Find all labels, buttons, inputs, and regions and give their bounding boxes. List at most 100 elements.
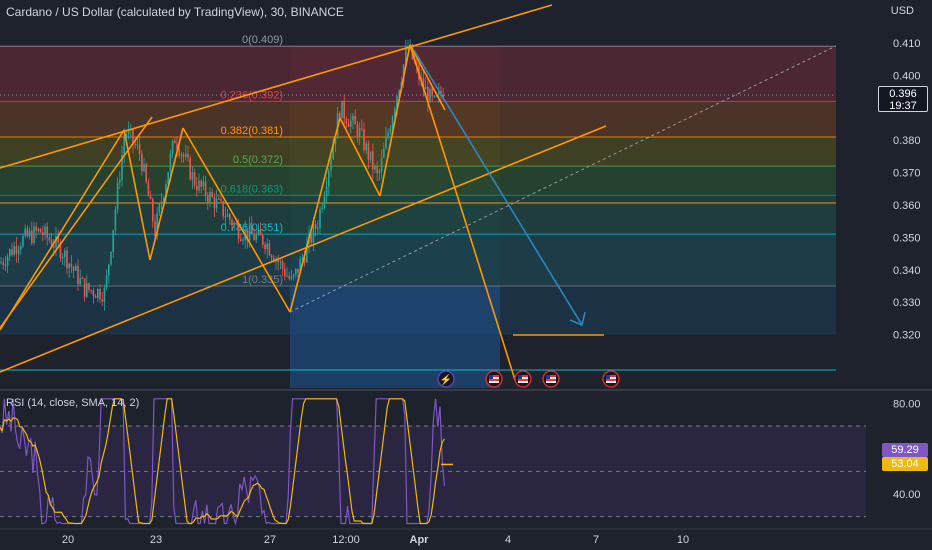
candle-body <box>242 240 244 242</box>
candle-body <box>149 196 152 200</box>
price-axis-label: 0.380 <box>893 135 921 147</box>
currency-label[interactable]: USD <box>891 5 914 17</box>
candle-body <box>101 299 103 302</box>
candle <box>341 100 343 119</box>
candle-body <box>211 192 213 197</box>
candle-body <box>123 137 125 155</box>
candle-body <box>20 246 22 250</box>
fib-band-highlight <box>290 136 500 167</box>
candle-body <box>350 120 352 127</box>
rsi-value-badge: 59.29 <box>882 443 928 458</box>
time-axis-label: 20 <box>62 534 74 546</box>
candle-body <box>114 209 117 230</box>
candle <box>145 162 147 184</box>
candle-body <box>180 154 183 156</box>
candle <box>116 177 119 214</box>
candle-body <box>387 132 389 137</box>
rsi-sma-badge: 53.04 <box>882 457 928 472</box>
candle-body <box>26 228 29 237</box>
candle-body <box>385 136 387 149</box>
candle-body <box>259 229 262 236</box>
candle-body <box>15 246 18 254</box>
fib-level-label: 0.5(0.372) <box>233 154 283 166</box>
candle-body <box>46 226 48 238</box>
candle-body <box>22 235 24 247</box>
flag-stripe <box>546 379 556 381</box>
candle-body <box>185 153 187 157</box>
candle-body <box>207 195 209 203</box>
candle-body <box>77 265 79 285</box>
candle-body <box>284 268 286 277</box>
bar-countdown: 19:37 <box>889 100 917 112</box>
candle-body <box>152 199 154 222</box>
flag-canton <box>546 375 550 379</box>
price-axis-label: 0.410 <box>893 38 921 50</box>
fib-level-label: 0(0.409) <box>242 34 283 46</box>
rsi-axis-label: 40.00 <box>893 489 921 501</box>
candle-body <box>295 268 297 275</box>
candle-body <box>330 159 332 171</box>
candle-body <box>6 256 9 266</box>
candle-body <box>290 276 293 279</box>
candle-body <box>204 181 207 196</box>
candle-body <box>75 265 77 271</box>
candle-body <box>70 263 73 268</box>
candle-body <box>145 164 147 182</box>
candle-body <box>136 144 139 146</box>
candle-body <box>325 186 328 197</box>
candle-body <box>24 228 26 236</box>
candle-body <box>251 225 253 235</box>
candle-body <box>248 225 251 241</box>
candle-body <box>268 243 271 256</box>
time-axis-label: 4 <box>505 534 511 546</box>
us-flag-event-icon <box>542 370 560 388</box>
last-price-value: 0.396 <box>889 88 917 100</box>
candle-body <box>233 222 235 226</box>
candle-body <box>317 228 319 230</box>
chart-app: 0(0.409) 0.236(0.392) 0.382(0.381) 0.5(0.37… <box>0 0 932 550</box>
chart-canvas[interactable]: 0(0.409)0.236(0.392)0.382(0.381)0.5(0.37… <box>0 0 932 550</box>
candle-body <box>352 115 354 121</box>
candle-body <box>119 179 121 183</box>
candle-body <box>83 278 86 297</box>
candle-body <box>380 157 383 172</box>
candle-body <box>292 274 295 277</box>
candle-body <box>35 226 37 231</box>
candle-body <box>171 140 174 154</box>
candle-body <box>321 207 323 210</box>
candle-body <box>374 166 376 170</box>
candle-body <box>64 250 66 257</box>
candle-body <box>99 288 101 300</box>
candle-body <box>11 249 13 255</box>
candle-body <box>431 88 433 97</box>
candle-body <box>323 196 326 208</box>
time-axis-label: 7 <box>593 534 599 546</box>
time-axis-label: 23 <box>150 534 162 546</box>
candle-body <box>281 261 284 269</box>
fib-level-label: 0.382(0.381) <box>221 125 283 137</box>
candle-body <box>2 262 4 265</box>
candle-body <box>286 275 288 277</box>
candle-body <box>81 278 84 280</box>
candle-body <box>110 251 112 265</box>
candle-body <box>328 170 330 187</box>
candle-body <box>105 275 108 288</box>
candle-body <box>174 140 176 144</box>
candle-body <box>182 154 185 157</box>
candle-body <box>222 201 224 217</box>
candle-body <box>343 100 345 119</box>
candle-body <box>196 185 198 191</box>
candle-body <box>255 234 257 241</box>
candle-body <box>367 143 370 160</box>
candle-body <box>9 249 11 257</box>
candle-body <box>88 283 90 291</box>
candle-body <box>68 263 70 269</box>
time-axis-label: 10 <box>677 534 689 546</box>
candle-body <box>94 295 97 299</box>
us-flag-event-icon <box>514 370 532 388</box>
candle-body <box>112 229 114 252</box>
candle-body <box>42 232 44 236</box>
candle-body <box>37 228 40 231</box>
price-axis-label: 0.360 <box>893 200 921 212</box>
last-price-badge: 0.396 19:37 <box>878 86 928 112</box>
